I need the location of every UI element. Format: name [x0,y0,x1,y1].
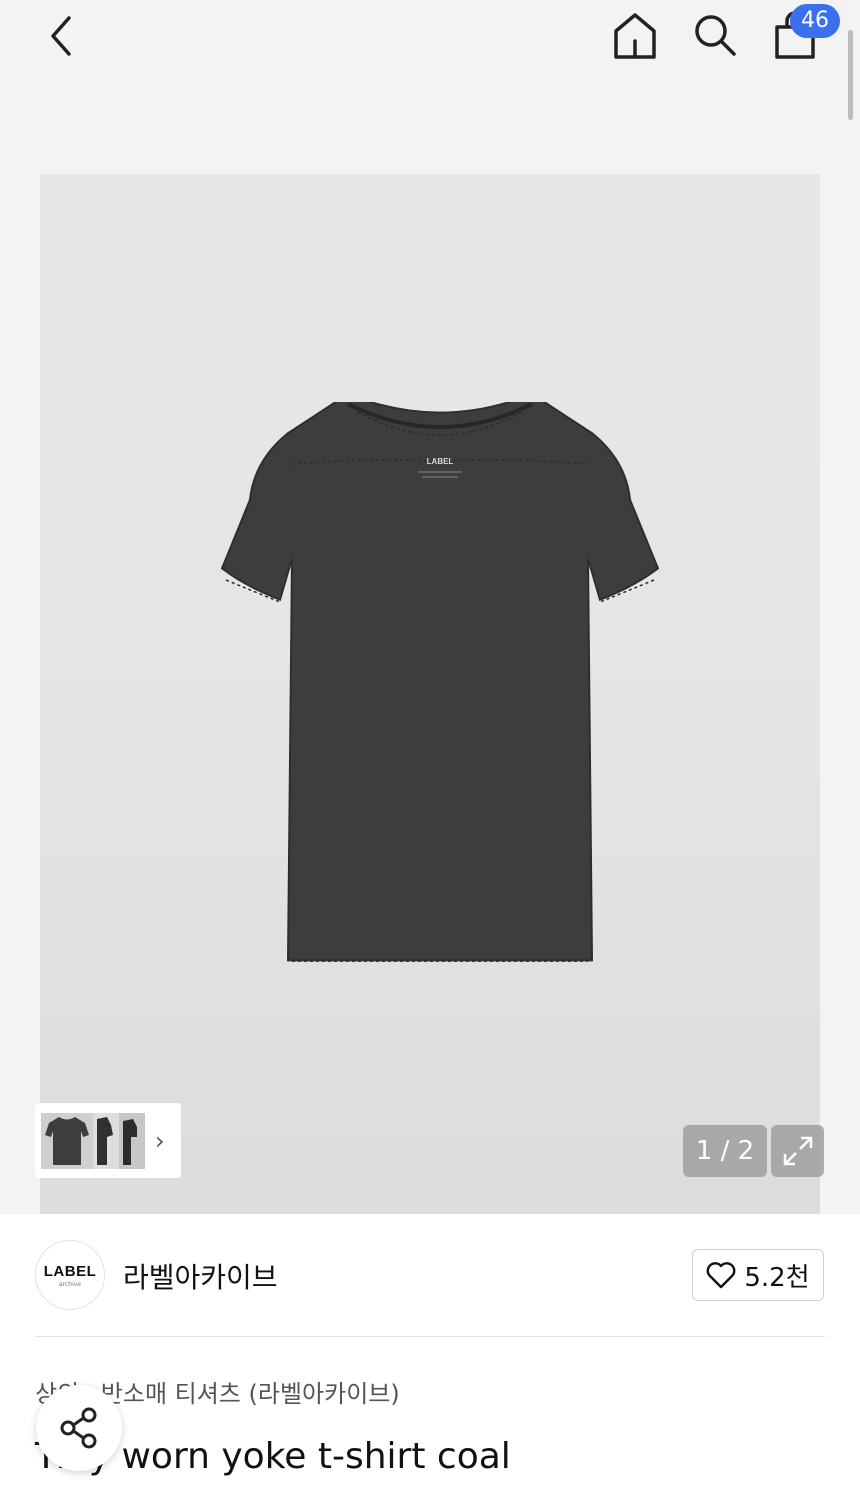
image-thumbnail-strip[interactable]: › [35,1103,181,1178]
brand-logo-text: LABEL [43,1262,97,1280]
expand-icon [783,1136,812,1166]
chevron-left-icon [51,16,71,56]
t-shirt-image: LABEL [220,402,660,962]
product-image[interactable]: LABEL [40,174,820,1214]
thumbnail-images [41,1112,145,1169]
expand-image-button[interactable] [771,1125,824,1177]
chevron-right-icon: › [155,1126,165,1155]
back-button[interactable] [38,12,86,60]
cart-count-badge: 46 [790,4,840,38]
like-count: 5.2천 [744,1262,810,1293]
home-button[interactable] [608,8,662,62]
breadcrumb-item-subcategory[interactable]: 반소매 티셔츠 (라벨아카이브) [101,1380,400,1408]
brand-logo-subtext: archive [58,1280,82,1288]
thumbnail-t-shirt-icon [41,1112,145,1169]
brand-name-link[interactable]: 라벨아카이브 [123,1256,278,1296]
home-icon [614,13,656,59]
search-icon [695,15,736,56]
like-button[interactable]: 5.2천 [692,1249,824,1301]
divider [35,1336,825,1337]
brand-logo[interactable]: LABEL archive [35,1240,105,1310]
shirt-neck-label: LABEL [427,457,454,466]
share-icon [60,1407,97,1449]
search-button[interactable] [688,8,742,62]
top-navigation-bar: 46 [0,0,860,80]
product-info: LABEL archive 라벨아카이브 5.2천 상의›반소매 티셔츠 (라벨… [0,1214,860,1500]
heart-icon [707,1262,736,1289]
share-button[interactable] [36,1385,122,1471]
image-counter: 1 / 2 [683,1125,767,1177]
scrollbar[interactable] [848,30,853,120]
